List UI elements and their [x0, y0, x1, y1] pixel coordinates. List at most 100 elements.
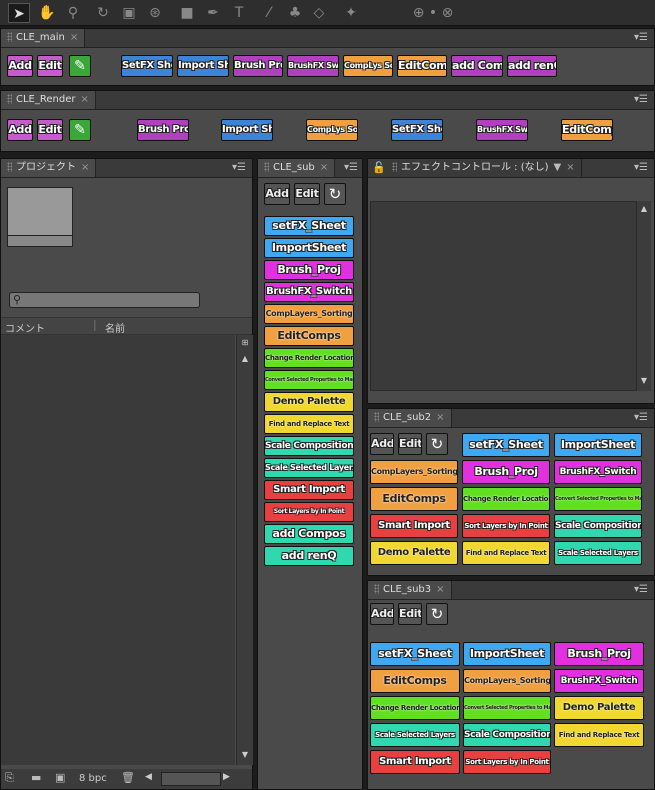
demo-palette-button[interactable]: Demo Palette [370, 541, 458, 565]
setfx-sheet-button[interactable]: setFX_Sheet [370, 642, 460, 666]
editcomps-button[interactable]: EditComps [370, 487, 458, 511]
close-icon[interactable]: × [80, 94, 88, 105]
edit-button[interactable]: Edit [294, 183, 320, 205]
selection-tool-icon[interactable]: ➤ [8, 3, 30, 23]
scale-composition-button[interactable]: Scale Composition [463, 723, 551, 747]
editcomps-button[interactable]: EditComps [397, 55, 447, 77]
convert-props-to-markers-button[interactable]: Convert Selected Properties to Markers [463, 696, 551, 720]
edit-button[interactable]: Edit [398, 433, 422, 455]
brush-proj-button[interactable]: Brush_Proj [462, 460, 550, 484]
scale-selected-layers-button[interactable]: Scale Selected Layers [554, 541, 642, 565]
find-replace-text-button[interactable]: Find and Replace Text [462, 541, 550, 565]
brush-tool-icon[interactable]: ⁄ [258, 3, 280, 23]
change-render-locations-button[interactable]: Change Render Locations [462, 487, 550, 511]
scroll-up-icon[interactable]: ▲ [638, 203, 650, 215]
change-render-locations-button[interactable]: Change Render Locations [370, 696, 460, 720]
zoom-tool-icon[interactable]: ⚲ [62, 3, 84, 23]
close-icon[interactable]: × [436, 584, 444, 595]
scale-selected-layers-button[interactable]: Scale Selected Layers [370, 723, 460, 747]
brushfx-switch-button[interactable]: BrushFX Switch [287, 55, 339, 77]
vertical-scrollbar[interactable]: ⊞ ▲ ▼ [236, 335, 253, 765]
scale-composition-button[interactable]: Scale Composition [264, 436, 354, 456]
add-button[interactable]: Add [264, 183, 290, 205]
tab-cle-main[interactable]: CLE_main × [1, 29, 86, 47]
tab-effect-controls[interactable]: エフェクトコントロール : (なし) ▼ × [386, 159, 582, 177]
eraser-tool-icon[interactable]: ◇ [308, 3, 330, 23]
sort-layers-button[interactable]: Sort Layers by In Point [264, 502, 354, 522]
new-folder-icon[interactable]: ▬ [31, 771, 41, 784]
add-renq-button[interactable]: add renQ [264, 546, 354, 566]
edit-button[interactable]: Edit [37, 119, 63, 141]
setfx-sheet-button[interactable]: setFX_Sheet [462, 433, 550, 457]
smart-import-button[interactable]: Smart Import [264, 480, 354, 500]
complys-sorting-button[interactable]: CompLys Sorting [343, 55, 393, 77]
editcomps-button[interactable]: EditComps [370, 669, 460, 693]
change-render-locations-button[interactable]: Change Render Locations [264, 348, 354, 368]
brushfx-switch-button[interactable]: BrushFX_Switch [554, 460, 642, 484]
panel-menu-icon[interactable]: ▾☰ [634, 409, 648, 427]
close-icon[interactable]: × [436, 412, 444, 423]
setfx-sheet-button[interactable]: setFX_Sheet [264, 216, 354, 236]
interpret-footage-icon[interactable]: ⎘ [5, 771, 14, 785]
panel-menu-icon[interactable]: ▾☰ [634, 91, 648, 109]
demo-palette-button[interactable]: Demo Palette [264, 392, 354, 412]
setfx-sheet-button[interactable]: SetFX Sheet [391, 119, 443, 141]
add-button[interactable]: Add [370, 603, 394, 625]
find-replace-text-button[interactable]: Find and Replace Text [554, 723, 644, 747]
import-sheet-button[interactable]: ImportSheet [463, 642, 551, 666]
camera-tool-icon[interactable]: ▣ [118, 3, 140, 23]
puppet-tool-icon[interactable]: ✦ [340, 3, 362, 23]
complayers-sorting-button[interactable]: CompLayers_Sorting [264, 304, 354, 324]
add-button[interactable]: Add [370, 433, 394, 455]
import-sheet-button[interactable]: Import Sheet [221, 119, 273, 141]
scroll-down-icon[interactable]: ▼ [239, 749, 251, 761]
import-sheet-button[interactable]: ImportSheet [264, 238, 354, 258]
panel-menu-icon[interactable]: ▾☰ [634, 581, 648, 599]
refresh-icon[interactable]: ↻ [324, 183, 346, 205]
horizontal-scrollbar[interactable] [161, 772, 221, 786]
scroll-down-icon[interactable]: ▼ [638, 375, 650, 387]
edit-button[interactable]: Edit [37, 55, 63, 77]
smart-import-button[interactable]: Smart Import [370, 750, 460, 774]
import-sheet-button[interactable]: Import Sheet [177, 55, 229, 77]
column-comment[interactable]: コメント [5, 320, 45, 335]
search-input[interactable]: ⚲ [9, 292, 200, 308]
sort-layers-button[interactable]: Sort Layers by In Point [462, 514, 550, 538]
brushfx-switch-button[interactable]: BrushFX Switch [476, 119, 528, 141]
convert-props-to-markers-button[interactable]: Convert Selected Properties to Markers [264, 370, 354, 390]
add-comps-button[interactable]: add Comps [451, 55, 503, 77]
add-button[interactable]: Add [7, 55, 33, 77]
complayers-sorting-button[interactable]: CompLayers_Sorting [370, 460, 458, 484]
rotate-tool-icon[interactable]: ↻ [92, 3, 114, 23]
shape-tool-icon[interactable]: ■ [176, 3, 198, 23]
chevron-down-icon[interactable]: ▼ [554, 162, 562, 173]
clone-stamp-tool-icon[interactable]: ♣ [284, 3, 306, 23]
edit-image-icon[interactable]: ✎ [69, 55, 91, 77]
hand-tool-icon[interactable]: ✋ [36, 3, 58, 23]
lock-icon[interactable]: 🔓 [372, 161, 386, 174]
edit-button[interactable]: Edit [398, 603, 422, 625]
find-replace-text-button[interactable]: Find and Replace Text [264, 414, 354, 434]
convert-props-to-markers-button[interactable]: Convert Selected Properties to Markers [554, 487, 642, 511]
editcomps-button[interactable]: EditComps [264, 326, 354, 346]
import-sheet-button[interactable]: ImportSheet [554, 433, 642, 457]
hierarchy-icon[interactable]: ⊞ [239, 337, 251, 349]
brush-proj-button[interactable]: Brush Proj [233, 55, 283, 77]
edit-image-icon[interactable]: ✎ [69, 119, 91, 141]
panel-menu-icon[interactable]: ▾☰ [634, 29, 648, 47]
trash-icon[interactable]: 🗑 [121, 771, 135, 784]
axis-icon[interactable]: ⊕ • ⊗ [408, 3, 458, 23]
tab-cle-sub2[interactable]: CLE_sub2 × [368, 409, 452, 427]
add-button[interactable]: Add [7, 119, 33, 141]
vertical-scrollbar[interactable]: ▲ ▼ [636, 201, 651, 391]
scale-selected-layers-button[interactable]: Scale Selected Layers [264, 458, 354, 478]
refresh-icon[interactable]: ↻ [426, 433, 448, 455]
setfx-sheet-button[interactable]: SetFX Sheet [121, 55, 173, 77]
scroll-right-icon[interactable]: ▶ [223, 772, 230, 782]
smart-import-button[interactable]: Smart Import [370, 514, 458, 538]
complayers-sorting-button[interactable]: CompLayers_Sorting [463, 669, 551, 693]
close-icon[interactable]: × [566, 162, 574, 173]
panel-menu-icon[interactable]: ▾☰ [344, 159, 358, 177]
editcomps-button[interactable]: EditComps [561, 119, 613, 141]
pen-tool-icon[interactable]: ✒ [202, 3, 224, 23]
